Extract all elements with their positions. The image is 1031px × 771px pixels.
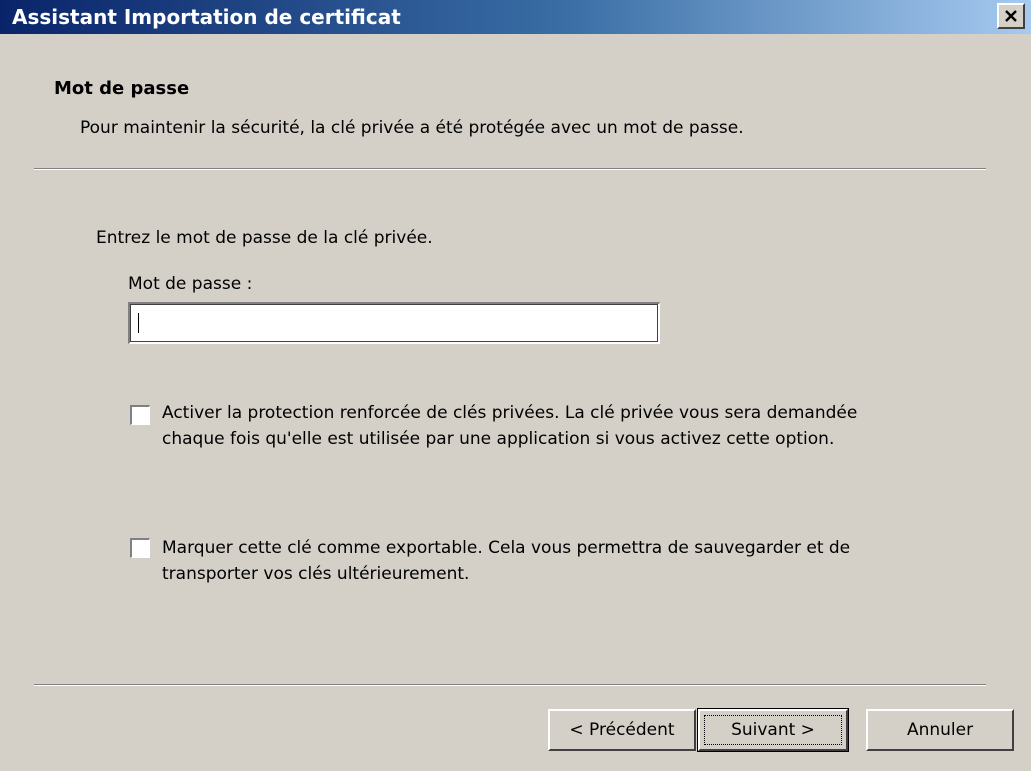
cancel-button[interactable]: Annuler	[866, 709, 1014, 751]
password-label: Mot de passe :	[128, 274, 253, 294]
strong-protection-checkbox[interactable]	[130, 405, 150, 425]
header-divider	[34, 168, 986, 170]
window-title: Assistant Importation de certificat	[12, 5, 401, 29]
exportable-key-label[interactable]: Marquer cette clé comme exportable. Cela…	[162, 535, 932, 587]
close-icon	[1005, 10, 1017, 22]
page-title: Mot de passe	[54, 78, 190, 99]
strong-protection-label[interactable]: Activer la protection renforcée de clés …	[162, 400, 922, 452]
certificate-import-wizard: Assistant Importation de certificat Mot …	[0, 0, 1031, 771]
instruction-text: Entrez le mot de passe de la clé privée.	[96, 228, 433, 248]
title-bar[interactable]: Assistant Importation de certificat	[0, 0, 1031, 34]
exportable-key-checkbox[interactable]	[130, 538, 150, 558]
password-input[interactable]	[128, 302, 660, 344]
back-button[interactable]: < Précédent	[548, 709, 696, 751]
text-caret	[138, 313, 139, 333]
page-subtitle: Pour maintenir la sécurité, la clé privé…	[80, 118, 744, 138]
next-button[interactable]: Suivant >	[697, 708, 849, 752]
footer-divider	[34, 684, 986, 686]
focus-rectangle	[704, 715, 842, 745]
close-button[interactable]	[997, 3, 1025, 29]
